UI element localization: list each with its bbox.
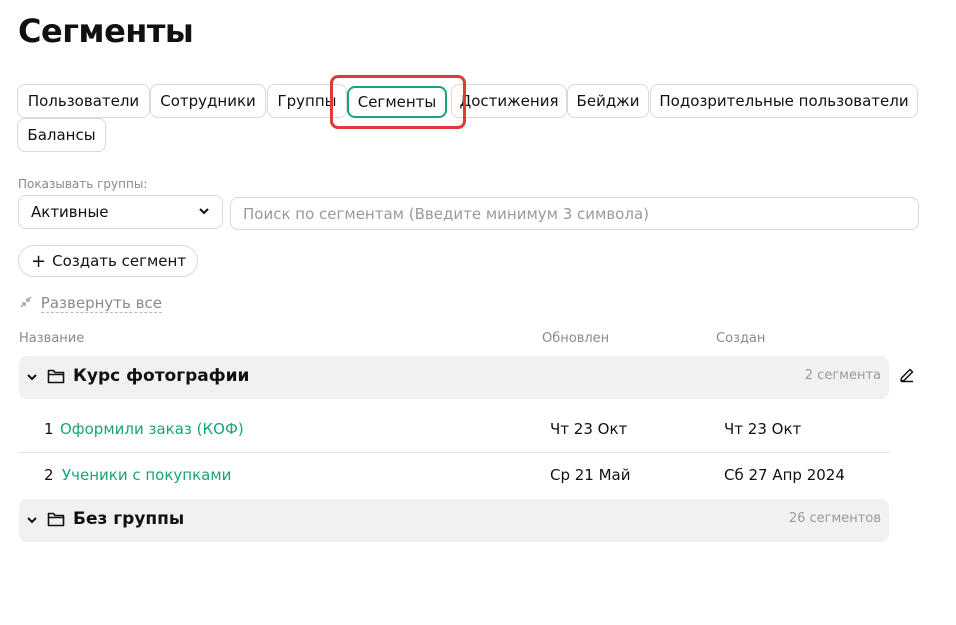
segment-created: Чт 23 Окт (724, 420, 802, 438)
folder-icon (47, 368, 65, 388)
segment-name-link[interactable]: Оформили заказ (КОФ) (60, 420, 244, 438)
search-input[interactable] (230, 197, 919, 230)
group-name: Без группы (73, 509, 185, 529)
folder-icon (47, 511, 65, 531)
pencil-icon[interactable] (898, 366, 916, 388)
segment-name-link[interactable]: Ученики с покупками (62, 466, 231, 484)
table-row[interactable]: 2 Ученики с покупками Ср 21 Май Сб 27 Ап… (19, 453, 890, 499)
table-row[interactable]: 1 Оформили заказ (КОФ) Чт 23 Окт Чт 23 О… (19, 407, 890, 453)
chevron-down-icon[interactable] (26, 367, 38, 390)
create-segment-label: Создать сегмент (52, 251, 187, 270)
tab-segments[interactable]: Сегменты (347, 86, 447, 118)
tab-groups[interactable]: Группы (267, 84, 347, 118)
plus-icon: + (31, 250, 47, 272)
page-title: Сегменты (18, 12, 194, 50)
group-filter-value: Активные (31, 203, 109, 221)
group-name: Курс фотографии (73, 366, 250, 386)
column-header-updated: Обновлен (542, 331, 610, 346)
tab-suspicious-users[interactable]: Подозрительные пользователи (650, 84, 918, 118)
expand-icon (20, 294, 37, 312)
create-segment-button[interactable]: + Создать сегмент (18, 245, 198, 277)
tab-balances[interactable]: Балансы (17, 118, 106, 152)
filter-label: Показывать группы: (18, 177, 148, 191)
segment-number: 2 (44, 466, 54, 484)
expand-all-link[interactable]: Развернуть все (20, 294, 162, 313)
chevron-down-icon[interactable] (26, 510, 38, 533)
tab-users[interactable]: Пользователи (17, 84, 150, 118)
segment-created: Сб 27 Апр 2024 (724, 466, 845, 484)
group-segment-count: 26 сегментов (788, 511, 881, 526)
column-header-name: Название (19, 331, 85, 346)
tab-badges[interactable]: Бейджи (567, 84, 649, 118)
group-filter-select[interactable]: Активные (18, 195, 223, 229)
segment-updated: Ср 21 Май (550, 466, 631, 484)
group-segment-count: 2 сегмента (804, 368, 881, 383)
tab-achievements[interactable]: Достижения (451, 84, 567, 118)
chevron-down-icon (198, 196, 210, 241)
segment-number: 1 (44, 420, 54, 438)
segment-updated: Чт 23 Окт (550, 420, 628, 438)
group-row[interactable]: Курс фотографии 2 сегмента (19, 356, 889, 399)
group-row[interactable]: Без группы 26 сегментов (19, 499, 889, 542)
expand-all-label: Развернуть все (40, 294, 162, 313)
column-header-created: Создан (716, 331, 766, 346)
tab-employees[interactable]: Сотрудники (150, 84, 266, 118)
